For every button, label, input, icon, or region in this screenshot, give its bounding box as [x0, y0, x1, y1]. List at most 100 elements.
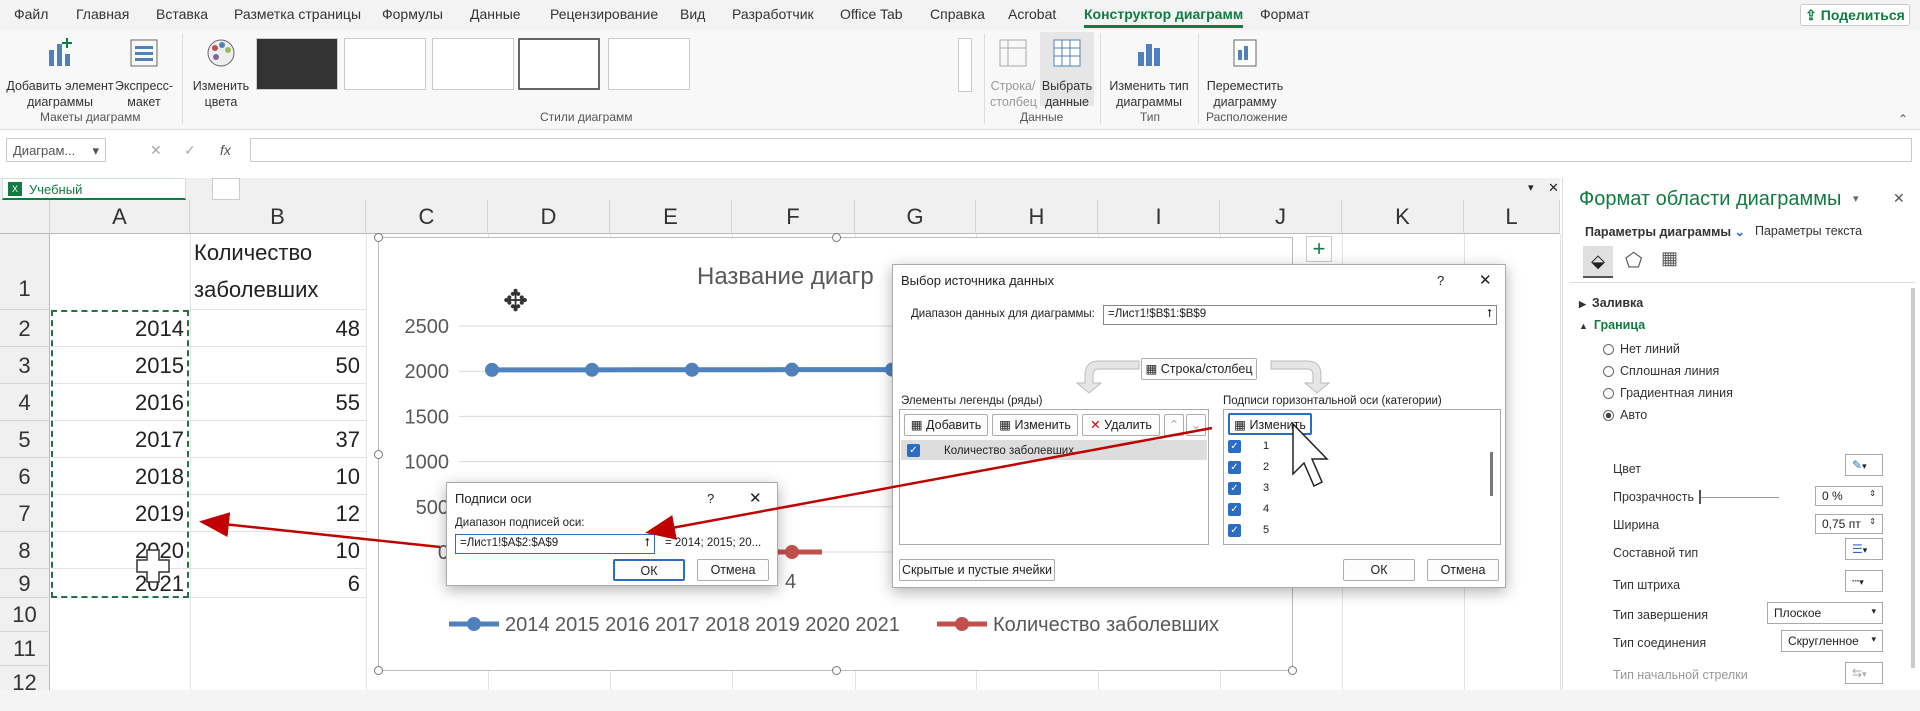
row-header-6[interactable]: 6 [0, 458, 50, 495]
cap-type-select[interactable]: Плоское ▾ [1767, 602, 1883, 624]
column-header-c[interactable]: C [366, 200, 488, 234]
checkbox-icon[interactable]: ✓ [1228, 461, 1241, 474]
menu-insert[interactable]: Вставка [156, 6, 208, 22]
row-header-2[interactable]: 2 [0, 310, 50, 347]
row-header-5[interactable]: 5 [0, 421, 50, 458]
radio-no-line[interactable]: Нет линий [1603, 342, 1680, 356]
tabs-dropdown-icon[interactable]: ▾ [1528, 181, 1534, 194]
chart-style-5[interactable] [608, 38, 690, 90]
chevron-down-icon[interactable]: ▾ [1853, 192, 1859, 205]
category-item[interactable]: ✓ 1 [1228, 440, 1269, 453]
checkbox-icon[interactable]: ✓ [1228, 524, 1241, 537]
chart-style-2[interactable] [344, 38, 426, 90]
quick-layout-button[interactable]: Экспресс-макет [114, 36, 174, 110]
chart-style-1[interactable] [256, 38, 338, 90]
menu-formulas[interactable]: Формулы [382, 6, 443, 22]
column-header-i[interactable]: I [1098, 200, 1220, 234]
menu-home[interactable]: Главная [76, 6, 129, 22]
delete-series-button[interactable]: ✕ Удалить [1082, 414, 1160, 436]
checkbox-icon[interactable]: ✓ [1228, 482, 1241, 495]
close-icon[interactable]: ✕ [1893, 190, 1905, 207]
axis-range-input[interactable]: =Лист1!$A$2:$A$9 ⭡ [455, 534, 655, 554]
series-item[interactable]: ✓ Количество заболевших [901, 440, 1207, 460]
spinner-icon[interactable]: ⇕ [1869, 517, 1876, 526]
add-chart-element-button[interactable]: Добавить элемент диаграммы [6, 36, 114, 110]
close-icon[interactable]: ✕ [1479, 271, 1492, 289]
effects-icon[interactable]: ⬠ [1625, 248, 1642, 273]
menu-view[interactable]: Вид [680, 6, 705, 22]
collapse-ribbon-icon[interactable]: ⌃ [1898, 112, 1908, 126]
chart-range-input[interactable]: =Лист1!$B$1:$B$9 ⭡ [1103, 305, 1497, 325]
resize-handle[interactable] [374, 233, 383, 242]
size-properties-icon[interactable]: ▦ [1661, 248, 1678, 269]
column-header-b[interactable]: B [190, 200, 366, 234]
cell-b7[interactable]: 12 [191, 495, 366, 532]
collapse-dialog-icon[interactable]: ⭡ [1487, 308, 1492, 321]
menu-chart-design[interactable]: Конструктор диаграмм [1084, 6, 1244, 28]
slider-thumb[interactable] [1699, 490, 1701, 504]
row-header-3[interactable]: 3 [0, 347, 50, 384]
compound-type-picker[interactable]: ☰▾ [1845, 538, 1883, 560]
hidden-empty-cells-button[interactable]: Скрытые и пустые ячейки [899, 559, 1055, 581]
chart-style-4[interactable] [518, 38, 600, 90]
category-item[interactable]: ✓ 2 [1228, 461, 1269, 474]
select-data-button[interactable]: Выбрать данные [1040, 32, 1094, 109]
dash-type-picker[interactable]: ┄▾ [1845, 570, 1883, 592]
resize-handle[interactable] [832, 666, 841, 675]
transparency-input[interactable]: 0 % ⇕ [1815, 486, 1883, 506]
radio-solid-line[interactable]: Сплошная линия [1603, 364, 1719, 378]
transparency-slider[interactable] [1699, 497, 1779, 498]
row-header-7[interactable]: 7 [0, 495, 50, 532]
row-header-4[interactable]: 4 [0, 384, 50, 421]
ok-button[interactable]: ОК [1343, 559, 1415, 581]
resize-handle[interactable] [1288, 666, 1297, 675]
cell-b3[interactable]: 50 [191, 347, 366, 384]
move-down-button[interactable]: ⌄ [1186, 414, 1206, 436]
chart-elements-plus-icon[interactable]: + [1306, 236, 1332, 262]
cancel-button[interactable]: Отмена [697, 559, 769, 581]
menu-review[interactable]: Рецензирование [550, 6, 658, 22]
category-item[interactable]: ✓ 4 [1228, 503, 1269, 516]
move-chart-button[interactable]: Переместить диаграмму [1204, 36, 1286, 110]
resize-handle[interactable] [374, 450, 383, 459]
formula-input[interactable] [250, 138, 1912, 162]
row-header-8[interactable]: 8 [0, 532, 50, 569]
file-tab[interactable]: X Учебный файл_График_1 * [2, 178, 186, 212]
select-all-corner[interactable] [0, 200, 50, 234]
change-colors-button[interactable]: Изменить цвета [188, 36, 254, 110]
width-input[interactable]: 0,75 пт ⇕ [1815, 514, 1883, 534]
cell-b8[interactable]: 10 [191, 532, 366, 569]
menu-file[interactable]: Файл [14, 6, 48, 22]
cell-b5[interactable]: 37 [191, 421, 366, 458]
column-header-a[interactable]: A [50, 200, 190, 234]
cancel-button[interactable]: Отмена [1427, 559, 1499, 581]
name-box[interactable]: Диаграм... ▾ [6, 138, 106, 162]
switch-row-column-button[interactable]: Строка/столбец [990, 36, 1037, 110]
begin-arrow-picker[interactable]: ⇆▾ [1845, 662, 1883, 684]
add-series-button[interactable]: ▦ Добавить [904, 414, 988, 436]
cell-b9[interactable]: 6 [191, 569, 366, 598]
edit-axis-labels-button[interactable]: ▦ Изменить [1228, 413, 1312, 435]
column-header-d[interactable]: D [488, 200, 610, 234]
cell-b6[interactable]: 10 [191, 458, 366, 495]
row-header-9[interactable]: 9 [0, 569, 50, 598]
column-header-h[interactable]: H [976, 200, 1098, 234]
help-icon[interactable]: ? [1437, 273, 1444, 288]
color-picker[interactable]: ✎▾ [1845, 454, 1883, 476]
row-header-10[interactable]: 10 [0, 598, 50, 632]
column-header-l[interactable]: L [1464, 200, 1560, 234]
border-section[interactable]: ▲ Граница [1579, 318, 1645, 332]
new-tab-button[interactable] [212, 178, 240, 200]
menu-developer[interactable]: Разработчик [732, 6, 814, 22]
change-chart-type-button[interactable]: Изменить тип диаграммы [1106, 36, 1192, 110]
close-icon[interactable]: ✕ [749, 489, 762, 507]
column-header-j[interactable]: J [1220, 200, 1342, 234]
menu-format[interactable]: Формат [1260, 6, 1310, 22]
tab-text-options[interactable]: Параметры текста [1755, 224, 1862, 238]
menu-office-tab[interactable]: Office Tab [840, 6, 903, 22]
ok-button[interactable]: ОК [613, 559, 685, 581]
switch-row-column-dialog-button[interactable]: ▦ Строка/столбец [1141, 358, 1257, 380]
checkbox-icon[interactable]: ✓ [907, 444, 920, 458]
radio-auto[interactable]: Авто [1603, 408, 1647, 422]
menu-acrobat[interactable]: Acrobat [1008, 6, 1056, 22]
